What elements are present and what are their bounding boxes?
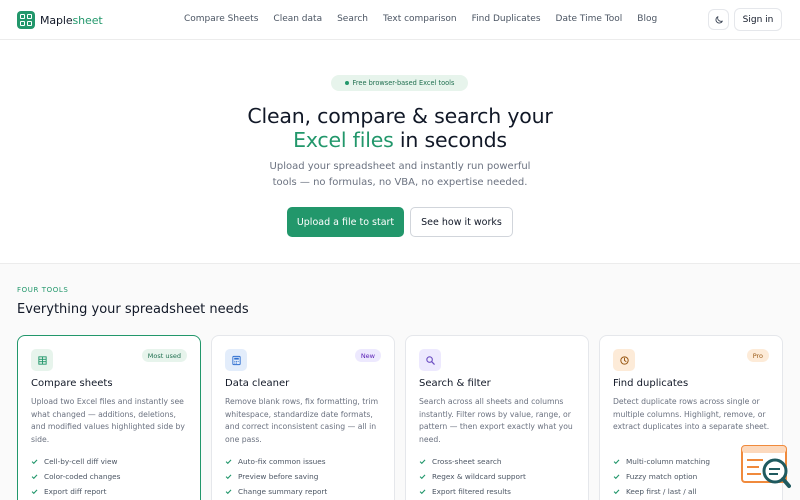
nav-link-compare-sheets[interactable]: Compare Sheets <box>184 14 258 24</box>
feature-item: Fuzzy match option <box>613 472 697 481</box>
calculator-icon <box>225 349 247 371</box>
tool-card-compare-sheets[interactable]: Most used Compare sheets Upload two Exce… <box>17 335 201 500</box>
check-icon <box>613 459 620 465</box>
feature-item: Regex & wildcard support <box>419 472 526 481</box>
feature-item: Export diff report <box>31 487 107 496</box>
feature-item: Color-coded changes <box>31 472 120 481</box>
check-icon <box>613 474 620 480</box>
logo-text: Maplesheet <box>40 13 103 27</box>
check-icon <box>225 474 232 480</box>
check-icon <box>613 489 620 495</box>
table-icon <box>31 349 53 371</box>
card-description: Upload two Excel files and instantly see… <box>31 397 185 444</box>
see-how-it-works-button[interactable]: See how it works <box>410 207 513 237</box>
check-icon <box>31 489 38 495</box>
feature-item: Preview before saving <box>225 472 318 481</box>
dot-icon <box>344 81 349 85</box>
search-icon <box>419 349 441 371</box>
nav-link-date-time-tool[interactable]: Date Time Tool <box>556 14 623 24</box>
card-title: Find duplicates <box>613 378 689 389</box>
nav-link-clean-data[interactable]: Clean data <box>273 14 322 24</box>
hero-pill-badge: Free browser-based Excel tools <box>331 75 468 91</box>
hero-subtitle-line1: Upload your spreadsheet and instantly ru… <box>269 161 531 172</box>
grid-logo-icon <box>17 11 35 29</box>
card-title: Search & filter <box>419 378 491 389</box>
check-icon <box>419 474 426 480</box>
check-icon <box>225 489 232 495</box>
section-title: Everything your spreadsheet needs <box>17 302 249 317</box>
top-navbar: Maplesheet Compare Sheets Clean data Sea… <box>0 0 800 40</box>
feature-item: Cross-sheet search <box>419 457 501 466</box>
new-badge: New <box>354 349 381 362</box>
check-icon <box>225 459 232 465</box>
tool-card-search-filter[interactable]: Search & filter Search across all sheets… <box>405 335 589 500</box>
check-icon <box>31 474 38 480</box>
most-used-badge: Most used <box>141 349 187 362</box>
card-description: Detect duplicate rows across single or m… <box>613 397 770 431</box>
hero-title-line2: Excel files in seconds <box>293 128 507 152</box>
pro-badge: Pro <box>746 349 769 362</box>
moon-icon <box>715 15 723 23</box>
card-title: Data cleaner <box>225 378 290 389</box>
check-icon <box>419 459 426 465</box>
feature-item: Cell-by-cell diff view <box>31 457 117 466</box>
nav-link-search[interactable]: Search <box>337 14 368 24</box>
nav-link-blog[interactable]: Blog <box>637 14 657 24</box>
clock-icon <box>613 349 635 371</box>
feature-item: Multi-column matching <box>613 457 710 466</box>
theme-toggle-button[interactable] <box>708 9 729 30</box>
section-kicker: FOUR TOOLS <box>17 286 69 294</box>
nav-links: Compare Sheets Clean data Search Text co… <box>184 14 657 24</box>
card-title: Compare sheets <box>31 378 113 389</box>
feature-item: Keep first / last / all <box>613 487 697 496</box>
hero-subtitle-line2: tools — no formulas, no VBA, no expertis… <box>272 177 528 188</box>
nav-link-text-comparison[interactable]: Text comparison <box>383 14 457 24</box>
tool-card-data-cleaner[interactable]: New Data cleaner Remove blank rows, fix … <box>211 335 395 500</box>
hero-section: Free browser-based Excel tools Clean, co… <box>0 41 800 263</box>
nav-link-find-duplicates[interactable]: Find Duplicates <box>472 14 541 24</box>
logo[interactable]: Maplesheet <box>17 11 103 29</box>
feature-item: Export filtered results <box>419 487 511 496</box>
check-icon <box>419 489 426 495</box>
hero-title-line1: Clean, compare & search your <box>247 104 553 128</box>
feature-item: Change summary report <box>225 487 327 496</box>
help-chat-search-icon[interactable] <box>741 444 791 490</box>
upload-file-button[interactable]: Upload a file to start <box>287 207 404 237</box>
sign-in-button[interactable]: Sign in <box>734 8 782 31</box>
card-description: Search across all sheets and columns ins… <box>419 397 573 444</box>
check-icon <box>31 459 38 465</box>
card-description: Remove blank rows, fix formatting, trim … <box>225 397 379 444</box>
feature-item: Auto-fix common issues <box>225 457 326 466</box>
tools-section: FOUR TOOLS Everything your spreadsheet n… <box>0 263 800 500</box>
